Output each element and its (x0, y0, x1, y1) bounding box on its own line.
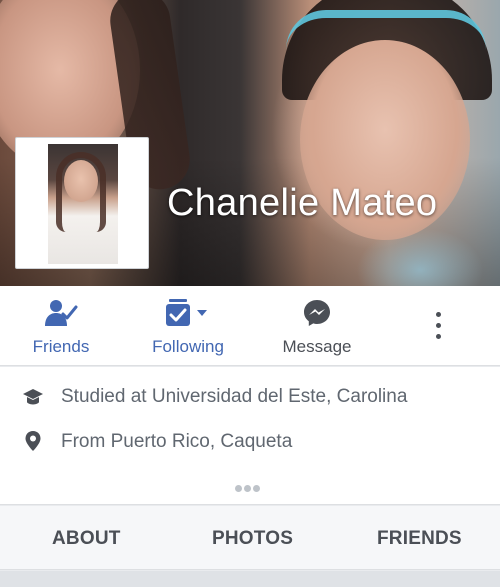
profile-picture[interactable] (15, 137, 149, 269)
location-pin-icon (22, 430, 44, 452)
following-check-icon (163, 298, 213, 333)
dot-icon (235, 485, 242, 492)
following-label: Following (152, 337, 224, 356)
education-row[interactable]: Studied at Universidad del Este, Carolin… (0, 382, 500, 412)
profile-intro: Studied at Universidad del Este, Carolin… (0, 367, 500, 505)
profile-picture-face (64, 160, 98, 202)
tab-photos[interactable]: PHOTOS (212, 528, 293, 550)
graduation-cap-icon (22, 385, 44, 407)
profile-tabs: ABOUT PHOTOS FRIENDS (0, 506, 500, 570)
message-label: Message (282, 337, 352, 356)
friends-label: Friends (32, 337, 90, 356)
dot-icon (244, 485, 251, 492)
following-button[interactable]: Following (140, 286, 236, 366)
friend-check-icon (44, 298, 78, 333)
profile-action-bar: Friends Following Message (0, 286, 500, 366)
messenger-icon (302, 298, 332, 333)
tab-friends[interactable]: FRIENDS (377, 528, 462, 550)
see-more-dots[interactable] (235, 479, 267, 492)
more-options-button[interactable] (425, 306, 451, 346)
message-button[interactable]: Message (272, 286, 362, 366)
education-text: Studied at Universidad del Este, Carolin… (61, 386, 408, 407)
friends-button[interactable]: Friends (20, 286, 102, 366)
hometown-text: From Puerto Rico, Caqueta (61, 431, 293, 452)
hometown-row[interactable]: From Puerto Rico, Caqueta (0, 427, 500, 457)
profile-name: Chanelie Mateo (167, 182, 438, 224)
bottom-divider (0, 571, 500, 587)
tab-about[interactable]: ABOUT (52, 528, 121, 550)
dot-icon (253, 485, 260, 492)
vertical-ellipsis-icon (425, 312, 451, 339)
